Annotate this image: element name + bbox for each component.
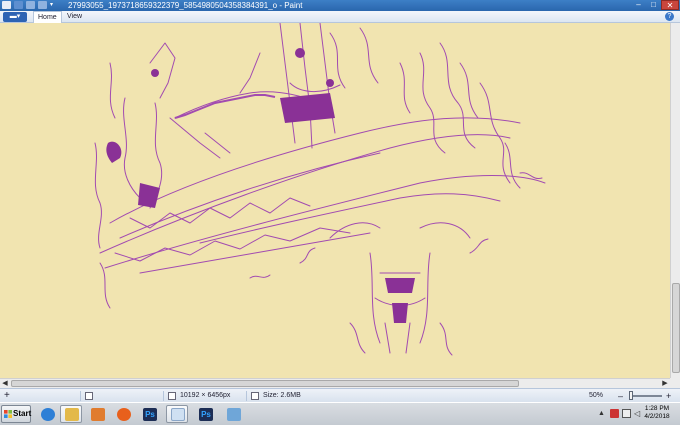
taskbar: Start Ps Ps ▲ ◁ 1:28 PM 4/2/2018 — [0, 402, 680, 425]
zoom-slider-thumb[interactable] — [629, 391, 633, 400]
folder-icon — [65, 408, 79, 421]
chevron-down-icon: ▾ — [16, 13, 21, 20]
taskbar-paint[interactable] — [166, 405, 188, 423]
status-bar: + 10192 × 6456px Size: 2.6MB 50% – + — [0, 388, 680, 402]
zoom-level: 50% — [589, 392, 604, 399]
tab-home[interactable]: Home — [33, 11, 62, 23]
file-menu-icon: ▬ — [9, 13, 17, 20]
image-dimensions-icon — [168, 392, 176, 400]
file-size: Size: 2.6MB — [263, 392, 301, 399]
zoom-slider-track[interactable] — [630, 395, 662, 397]
show-hidden-icons-icon[interactable]: ▲ — [598, 410, 605, 417]
redo-quick-access-icon[interactable] — [38, 1, 47, 9]
taskbar-generic-app[interactable] — [222, 405, 244, 423]
photoshop-icon: Ps — [199, 408, 213, 421]
zoom-in-button[interactable]: + — [666, 389, 671, 403]
customize-quick-access-icon[interactable]: ▾ — [50, 1, 57, 9]
horizontal-scrollbar[interactable]: ◀ ▶ — [0, 378, 670, 388]
maximize-button[interactable]: □ — [646, 0, 661, 10]
close-button[interactable]: ✕ — [661, 0, 679, 10]
notification-flag-icon[interactable] — [610, 409, 619, 418]
minimize-button[interactable]: – — [631, 0, 646, 10]
window-title: 27993055_1973718659322379_58549805043583… — [68, 1, 303, 10]
taskbar-photoshop[interactable]: Ps — [138, 405, 160, 423]
paint-icon — [171, 408, 185, 421]
file-menu-button[interactable]: ▬▾ — [3, 12, 27, 22]
network-icon[interactable] — [622, 409, 631, 418]
scroll-left-arrow-icon[interactable]: ◀ — [0, 379, 10, 388]
title-bar: ▾ 27993055_1973718659322379_585498050435… — [0, 0, 680, 11]
media-player-icon — [91, 408, 105, 421]
status-separator — [163, 391, 164, 401]
scroll-right-arrow-icon[interactable]: ▶ — [660, 379, 670, 388]
purple-ink-illustration — [94, 23, 546, 356]
app-icon — [227, 408, 241, 421]
image-dimensions: 10192 × 6456px — [180, 392, 231, 399]
horizontal-scroll-thumb[interactable] — [11, 380, 519, 387]
taskbar-file-explorer[interactable] — [60, 405, 82, 423]
taskbar-photoshop-2[interactable]: Ps — [194, 405, 216, 423]
undo-quick-access-icon[interactable] — [26, 1, 35, 9]
vertical-scroll-thumb[interactable] — [672, 283, 680, 373]
help-icon[interactable]: ? — [665, 12, 674, 21]
taskbar-media-player[interactable] — [86, 405, 108, 423]
photoshop-icon: Ps — [143, 408, 157, 421]
selection-size-icon — [85, 392, 93, 400]
tab-view[interactable]: View — [63, 11, 86, 23]
drawing-canvas[interactable] — [0, 23, 670, 378]
clock-time: 1:28 PM — [644, 405, 670, 412]
zoom-out-button[interactable]: – — [618, 389, 623, 403]
file-size-icon — [251, 392, 259, 400]
status-separator — [80, 391, 81, 401]
save-quick-access-icon[interactable] — [14, 1, 23, 9]
firefox-icon — [117, 408, 131, 421]
taskbar-clock[interactable]: 1:28 PM 4/2/2018 — [637, 405, 677, 421]
start-button[interactable]: Start — [1, 405, 31, 423]
vertical-scrollbar[interactable] — [670, 23, 680, 378]
scrollbar-corner — [670, 378, 680, 388]
ribbon-tab-strip: ▬▾ Home View ? — [0, 11, 680, 23]
status-separator — [246, 391, 247, 401]
windows-logo-icon — [4, 410, 12, 418]
taskbar-internet-explorer[interactable] — [36, 405, 58, 423]
internet-explorer-icon — [41, 408, 55, 421]
paint-app-icon[interactable] — [2, 1, 11, 9]
clock-date: 4/2/2018 — [644, 413, 670, 420]
taskbar-firefox[interactable] — [112, 405, 134, 423]
start-label: Start — [13, 409, 32, 418]
cursor-position-icon: + — [4, 390, 10, 401]
